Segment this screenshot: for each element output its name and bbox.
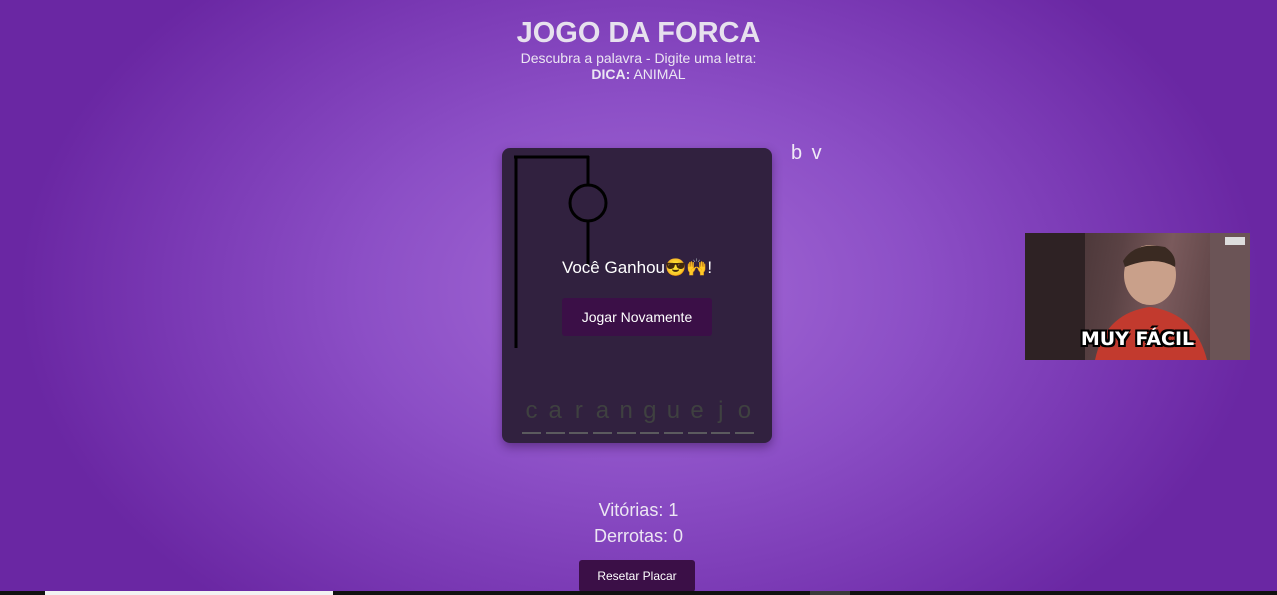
wins-value: 1 (668, 500, 679, 520)
bottom-bar-segment (45, 591, 333, 595)
wins-counter: Vitórias: 1 (0, 500, 1277, 521)
letter-slot: r (569, 398, 589, 434)
instructions: Descubra a palavra - Digite uma letra: (520, 50, 757, 66)
letter-slot: o (734, 398, 754, 434)
reset-score-button[interactable]: Resetar Placar (579, 560, 695, 592)
word-display: c a r a n g u e j o (522, 398, 754, 434)
hangman-head (568, 183, 608, 223)
bottom-bar-segment (810, 591, 850, 595)
letter-slot: a (545, 398, 565, 434)
letter-slot: a (592, 398, 612, 434)
letter-slot: j (711, 398, 731, 434)
hint: DICA: ANIMAL (0, 66, 1277, 82)
letter-slot: c (522, 398, 541, 434)
win-message: Você Ganhou😎🙌! (561, 258, 713, 277)
wrong-letters: b v (791, 142, 824, 164)
hint-value: ANIMAL (633, 66, 686, 82)
losses-counter: Derrotas: 0 (0, 526, 1277, 547)
page-header: JOGO DA FORCA Descubra a palavra - Digit… (0, 16, 1277, 82)
play-again-button[interactable]: Jogar Novamente (562, 298, 712, 336)
game-board: c a r a n g u e j o Você Ganhou😎🙌! Jogar… (502, 148, 772, 443)
losses-value: 0 (673, 526, 684, 546)
reaction-gif: MUY FÁCIL (1025, 233, 1250, 360)
letter-slot: e (687, 398, 707, 434)
letter-slot: n (616, 398, 636, 434)
gif-caption: MUY FÁCIL (1080, 328, 1195, 350)
hint-label: DICA: (591, 66, 631, 82)
letter-slot: u (663, 398, 683, 434)
wins-label: Vitórias: (598, 500, 664, 520)
letter-slot: g (640, 398, 660, 434)
page-title: JOGO DA FORCA (516, 17, 761, 49)
losses-label: Derrotas: (593, 526, 668, 546)
